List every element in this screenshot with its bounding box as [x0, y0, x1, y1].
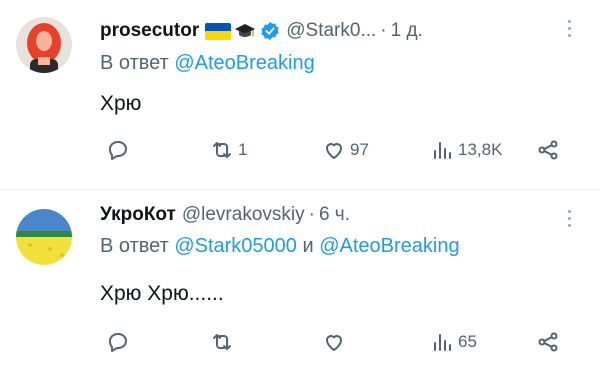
separator-dot: ·: [380, 20, 387, 41]
retweet-button[interactable]: 1: [210, 136, 247, 164]
share-icon: [538, 332, 558, 352]
graduation-cap-icon: [235, 24, 256, 37]
share-button[interactable]: [536, 136, 560, 164]
retweet-icon: [213, 142, 231, 158]
views-button[interactable]: 13,8K: [430, 136, 502, 164]
views-count: 13,8K: [458, 140, 503, 159]
reply-to-line: В ответ @Stark05000 и @AteoBreaking: [100, 235, 460, 258]
reply-icon: [109, 333, 127, 352]
reply-button[interactable]: [106, 136, 130, 164]
handle[interactable]: @levrakovskiy: [182, 204, 305, 226]
views-icon: [434, 142, 451, 159]
reply-prefix: В ответ: [100, 52, 169, 74]
avatar[interactable]: [16, 17, 72, 73]
like-button[interactable]: [322, 328, 346, 356]
timestamp[interactable]: 6 ч.: [319, 204, 350, 226]
display-name[interactable]: УкроКот: [100, 204, 176, 226]
more-icon[interactable]: [568, 210, 572, 231]
tweet-text: Хрю Хрю......: [100, 282, 224, 305]
action-bar: 65: [0, 328, 600, 356]
verified-icon: [261, 21, 279, 41]
share-button[interactable]: [536, 328, 560, 356]
more-icon[interactable]: [568, 20, 572, 41]
views-count: 65: [458, 332, 477, 351]
mention-joiner: и: [302, 235, 314, 257]
avatar[interactable]: [16, 209, 72, 265]
like-icon: [326, 335, 342, 351]
views-button[interactable]: 65: [430, 328, 477, 356]
tweet-2[interactable]: УкроКот @levrakovskiy · 6 ч. В ответ @St…: [0, 190, 600, 376]
mention-link[interactable]: @Stark05000: [174, 235, 297, 257]
tweet-1[interactable]: prosecutor @Stark0... · 1 д. В ответ @At…: [0, 0, 600, 190]
action-bar: 1 97 13,8K: [0, 136, 600, 164]
share-icon: [538, 140, 558, 160]
ukraine-flag-icon: [205, 22, 232, 40]
timestamp[interactable]: 1 д.: [391, 20, 423, 42]
display-name[interactable]: prosecutor: [100, 20, 199, 42]
retweet-icon: [213, 334, 231, 350]
separator-dot: ·: [308, 204, 315, 225]
reply-button[interactable]: [106, 328, 130, 356]
mention-link[interactable]: @AteoBreaking: [174, 52, 314, 74]
reply-icon: [109, 141, 127, 160]
views-icon: [434, 334, 451, 351]
like-button[interactable]: 97: [322, 136, 369, 164]
reply-to-line: В ответ @AteoBreaking: [100, 52, 315, 75]
like-icon: [326, 143, 342, 159]
mention-link[interactable]: @AteoBreaking: [319, 235, 459, 257]
reply-prefix: В ответ: [100, 235, 169, 257]
retweet-count: 1: [238, 140, 248, 159]
handle[interactable]: @Stark0...: [286, 20, 376, 42]
like-count: 97: [350, 140, 369, 159]
retweet-button[interactable]: [210, 328, 234, 356]
tweet-text: Хрю: [100, 92, 142, 115]
